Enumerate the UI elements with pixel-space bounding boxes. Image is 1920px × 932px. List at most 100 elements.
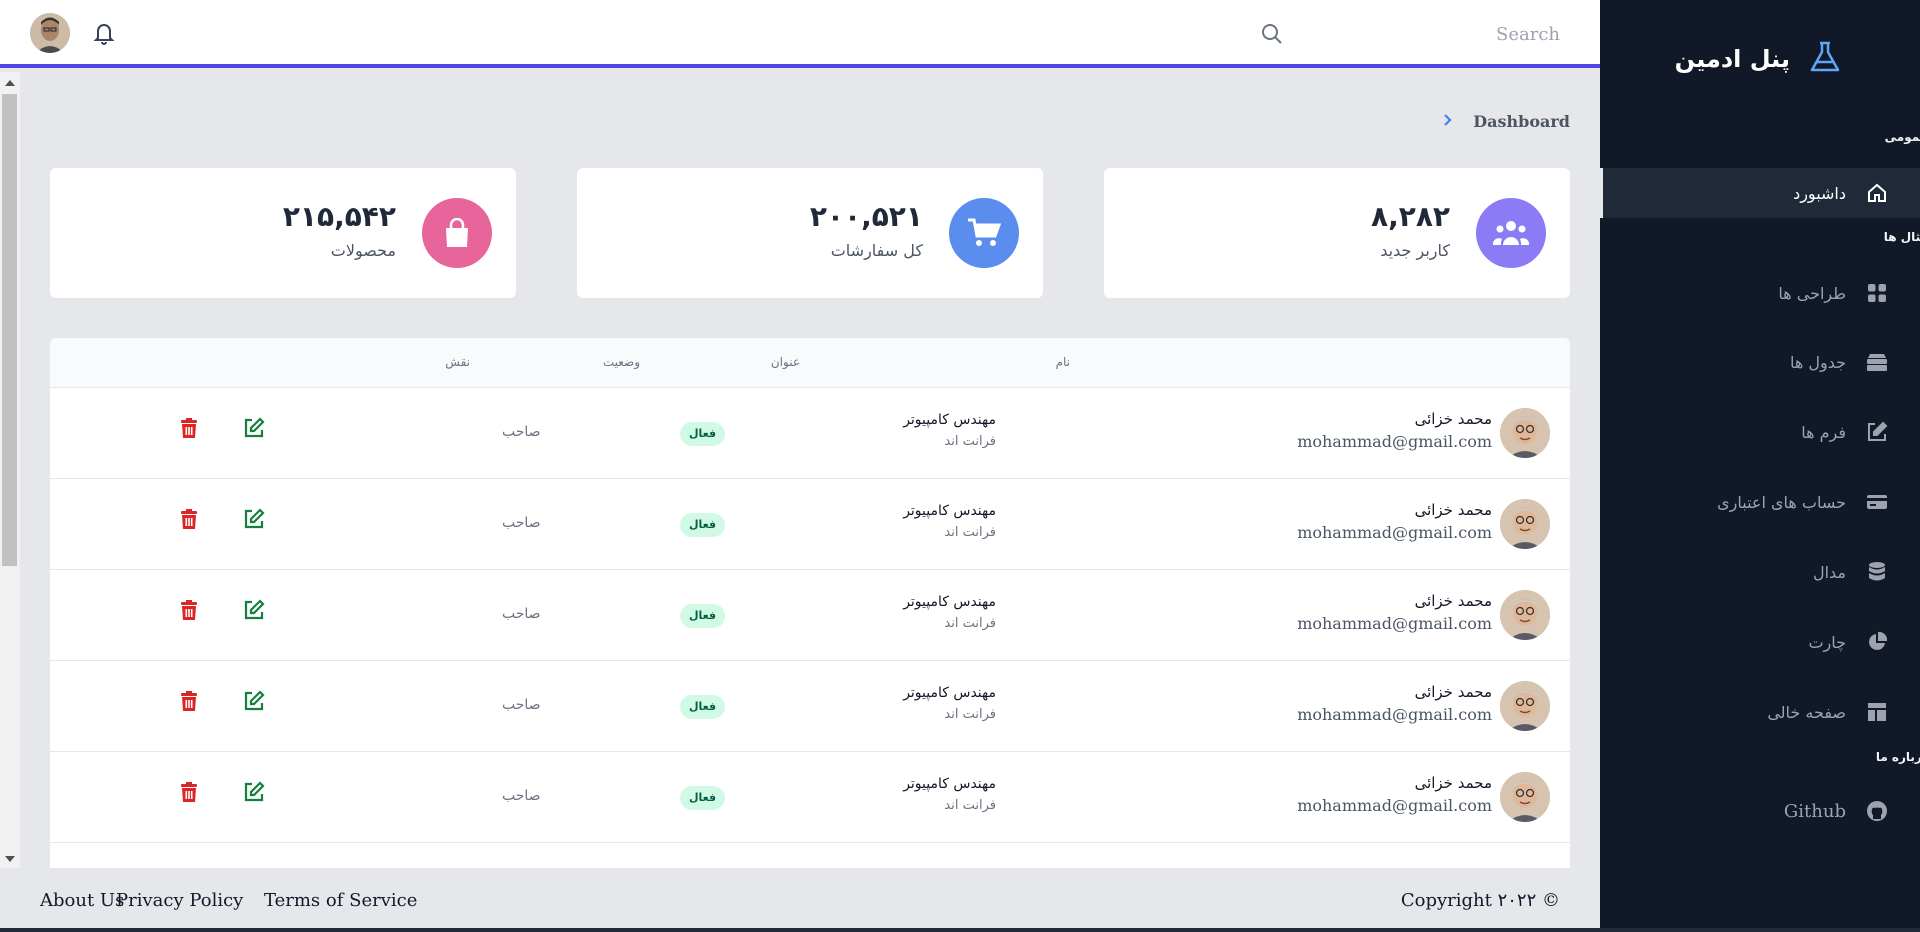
breadcrumb: Dashboard [1443, 112, 1570, 131]
bell-icon[interactable] [92, 20, 116, 50]
breadcrumb-dashboard[interactable]: Dashboard [1473, 112, 1570, 131]
column-header-role: نقش [445, 355, 470, 369]
table-row: محمد خزائی mohammad@gmail.com مهندس کامپ… [50, 479, 1570, 570]
search-bar [1260, 14, 1560, 54]
terms-of-service-link[interactable]: Terms of Service [264, 890, 417, 911]
stat-value: ۲۱۵,۵۴۲ [282, 200, 396, 233]
status-badge: فعال [680, 695, 726, 719]
sidebar-item-forms[interactable]: فرم ها [1600, 407, 1920, 457]
scroll-down-arrow-icon[interactable] [5, 856, 15, 862]
delete-button[interactable] [180, 691, 198, 716]
edit-button[interactable] [243, 599, 265, 625]
credit-card-icon [1866, 491, 1888, 513]
user-department: فرانت اند [944, 798, 996, 813]
search-icon[interactable] [1260, 22, 1284, 50]
sidebar-item-label: داشبورد [1793, 183, 1846, 203]
avatar [1500, 681, 1550, 731]
delete-button[interactable] [180, 600, 198, 625]
user-department: فرانت اند [944, 616, 996, 631]
bottom-border [0, 928, 1920, 932]
user-name: محمد خزائی [1414, 410, 1492, 428]
sidebar-item-chart[interactable]: چارت [1600, 617, 1920, 667]
user-name: محمد خزائی [1414, 501, 1492, 519]
sidebar-item-label: چارت [1808, 632, 1846, 652]
brand[interactable]: پنل ادمین [1675, 40, 1842, 78]
footer: About Us Privacy Policy Terms of Service… [0, 868, 1600, 928]
sidebar-item-label: طراحی ها [1778, 283, 1846, 303]
main-scrollbar[interactable] [0, 72, 20, 868]
user-title: مهندس کامپیوتر [903, 412, 996, 428]
cart-icon [949, 198, 1019, 268]
column-header-status: وضعیت [602, 355, 640, 369]
edit-button[interactable] [243, 417, 265, 443]
user-email: mohammad@gmail.com [1297, 796, 1492, 815]
table-row: محمد خزائی mohammad@gmail.com مهندس کامپ… [50, 661, 1570, 752]
about-us-link[interactable]: About Us [40, 890, 124, 911]
delete-button[interactable] [180, 782, 198, 807]
stat-card-products: ۲۱۵,۵۴۲ محصولات [50, 168, 516, 298]
user-role: صاحب [502, 788, 541, 804]
stat-label: کل سفارشات [830, 241, 923, 260]
grid-icon [1866, 282, 1888, 304]
table-row-partial [50, 843, 1570, 868]
sidebar-item-dashboard[interactable]: داشبورد [1600, 168, 1920, 218]
stat-card-total-orders: ۲۰۰,۵۲۱ کل سفارشات [577, 168, 1043, 298]
sidebar-item-blank-page[interactable]: صفحه خالی [1600, 687, 1920, 737]
status-badge: فعال [680, 786, 726, 810]
user-department: فرانت اند [944, 525, 996, 540]
copyright-text: Copyright ۲۰۲۲ © [1400, 890, 1560, 911]
avatar [1500, 590, 1550, 640]
privacy-policy-link[interactable]: Privacy Policy [116, 890, 243, 911]
sidebar-item-label: جدول ها [1789, 352, 1846, 372]
section-label-examples: مثال ها [1883, 230, 1920, 244]
sidebar-item-label: مدال [1812, 562, 1846, 582]
stat-label: محصولات [330, 241, 396, 260]
column-header-title: عنوان [770, 355, 800, 369]
avatar [1500, 499, 1550, 549]
edit-button[interactable] [243, 690, 265, 716]
edit-button[interactable] [243, 781, 265, 807]
avatar [1500, 772, 1550, 822]
user-title: مهندس کامپیوتر [903, 503, 996, 519]
search-input[interactable] [1300, 16, 1560, 52]
status-badge: فعال [680, 422, 726, 446]
delete-button[interactable] [180, 418, 198, 443]
sidebar-item-github[interactable]: Github [1600, 786, 1920, 836]
edit-button[interactable] [243, 508, 265, 534]
user-name: محمد خزائی [1414, 683, 1492, 701]
section-label-about: درباره ما [1875, 750, 1920, 764]
user-email: mohammad@gmail.com [1297, 432, 1492, 451]
edit-icon [1866, 421, 1888, 443]
user-role: صاحب [502, 606, 541, 622]
delete-button[interactable] [180, 509, 198, 534]
table-row: محمد خزائی mohammad@gmail.com مهندس کامپ… [50, 752, 1570, 843]
user-email: mohammad@gmail.com [1297, 705, 1492, 724]
status-badge: فعال [680, 513, 726, 537]
user-email: mohammad@gmail.com [1297, 523, 1492, 542]
section-label-general: عمومی [1884, 130, 1920, 144]
sidebar: پنل ادمین عمومی داشبورد مثال ها طراحی ها… [1600, 0, 1920, 932]
sidebar-item-credit-accounts[interactable]: حساب های اعتباری [1600, 477, 1920, 527]
table-header: نام عنوان وضعیت نقش [50, 338, 1570, 388]
sidebar-item-label: حساب های اعتباری [1717, 492, 1846, 512]
stat-card-new-users: ۸,۲۸۲ کاربر جدید [1104, 168, 1570, 298]
layout-icon [1866, 701, 1888, 723]
scroll-thumb[interactable] [2, 94, 17, 566]
scroll-up-arrow-icon[interactable] [5, 80, 15, 86]
sidebar-item-designs[interactable]: طراحی ها [1600, 268, 1920, 318]
database-icon [1866, 561, 1888, 583]
flask-icon [1808, 40, 1842, 78]
chevron-right-icon [1443, 112, 1453, 131]
table-row: محمد خزائی mohammad@gmail.com مهندس کامپ… [50, 388, 1570, 479]
sidebar-item-modal[interactable]: مدال [1600, 547, 1920, 597]
user-role: صاحب [502, 515, 541, 531]
status-badge: فعال [680, 604, 726, 628]
avatar [1500, 408, 1550, 458]
sidebar-item-tables[interactable]: جدول ها [1600, 337, 1920, 387]
user-department: فرانت اند [944, 707, 996, 722]
user-avatar[interactable] [30, 13, 70, 53]
column-header-name: نام [1055, 355, 1070, 369]
home-icon [1866, 182, 1888, 204]
user-title: مهندس کامپیوتر [903, 594, 996, 610]
user-name: محمد خزائی [1414, 774, 1492, 792]
